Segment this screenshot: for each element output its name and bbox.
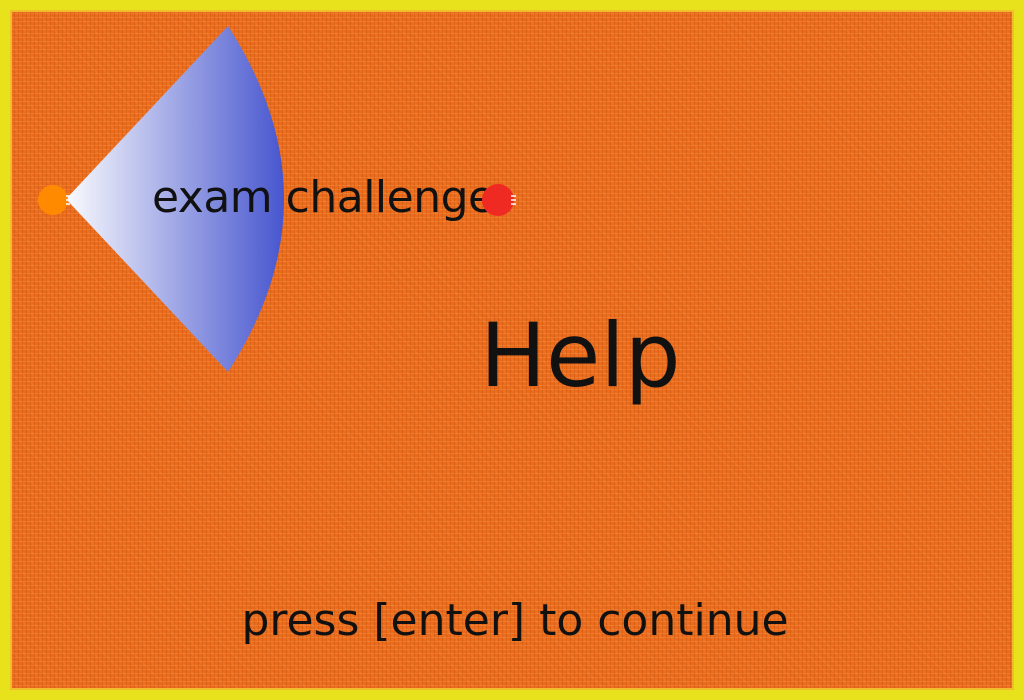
player-dot-icon bbox=[38, 185, 70, 215]
game-screen[interactable]: exam challenge Help press [enter] to con… bbox=[0, 0, 1024, 700]
game-title: exam challenge bbox=[152, 172, 495, 223]
screen-heading: Help bbox=[480, 304, 681, 407]
continue-prompt: press [enter] to continue bbox=[241, 595, 789, 646]
enemy-dot-icon bbox=[482, 184, 516, 216]
